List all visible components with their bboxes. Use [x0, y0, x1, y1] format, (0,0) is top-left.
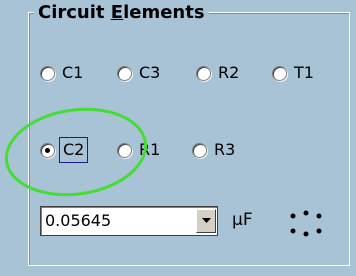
radio-circle[interactable]: [117, 142, 132, 158]
radio-label-r2: R2: [218, 63, 240, 82]
radio-circle[interactable]: [272, 65, 287, 81]
radio-r1[interactable]: R1: [117, 138, 160, 162]
group-title: Circuit Elements: [34, 2, 209, 24]
accelerator-key: E: [110, 2, 124, 23]
radio-label-r1: R1: [139, 140, 161, 159]
radio-circle[interactable]: [196, 65, 211, 81]
radio-label-c2: C2: [58, 137, 89, 163]
unit-label: µF: [232, 210, 253, 230]
radio-circle-selected[interactable]: [40, 142, 55, 158]
dropdown-button[interactable]: [196, 209, 216, 233]
radio-t1[interactable]: T1: [272, 61, 314, 85]
radio-c1[interactable]: C1: [40, 61, 83, 85]
radio-r2[interactable]: R2: [196, 61, 239, 85]
dots-grid-icon[interactable]: [286, 210, 326, 238]
radio-r3[interactable]: R3: [192, 138, 235, 162]
dots-grid-svg: [290, 210, 322, 237]
radio-c3[interactable]: C3: [117, 61, 160, 85]
radio-circle[interactable]: [192, 142, 207, 158]
radio-circle[interactable]: [117, 65, 132, 81]
radio-label-r3: R3: [214, 140, 236, 159]
radio-circle[interactable]: [40, 65, 55, 81]
triangle-down-icon: [201, 218, 211, 223]
radio-label-t1: T1: [294, 63, 314, 82]
radio-label-c1: C1: [62, 63, 84, 82]
radio-label-c3: C3: [139, 63, 161, 82]
value-text[interactable]: 0.05645: [41, 211, 196, 231]
radio-c2[interactable]: C2: [40, 137, 89, 163]
value-combobox[interactable]: 0.05645: [40, 206, 218, 236]
